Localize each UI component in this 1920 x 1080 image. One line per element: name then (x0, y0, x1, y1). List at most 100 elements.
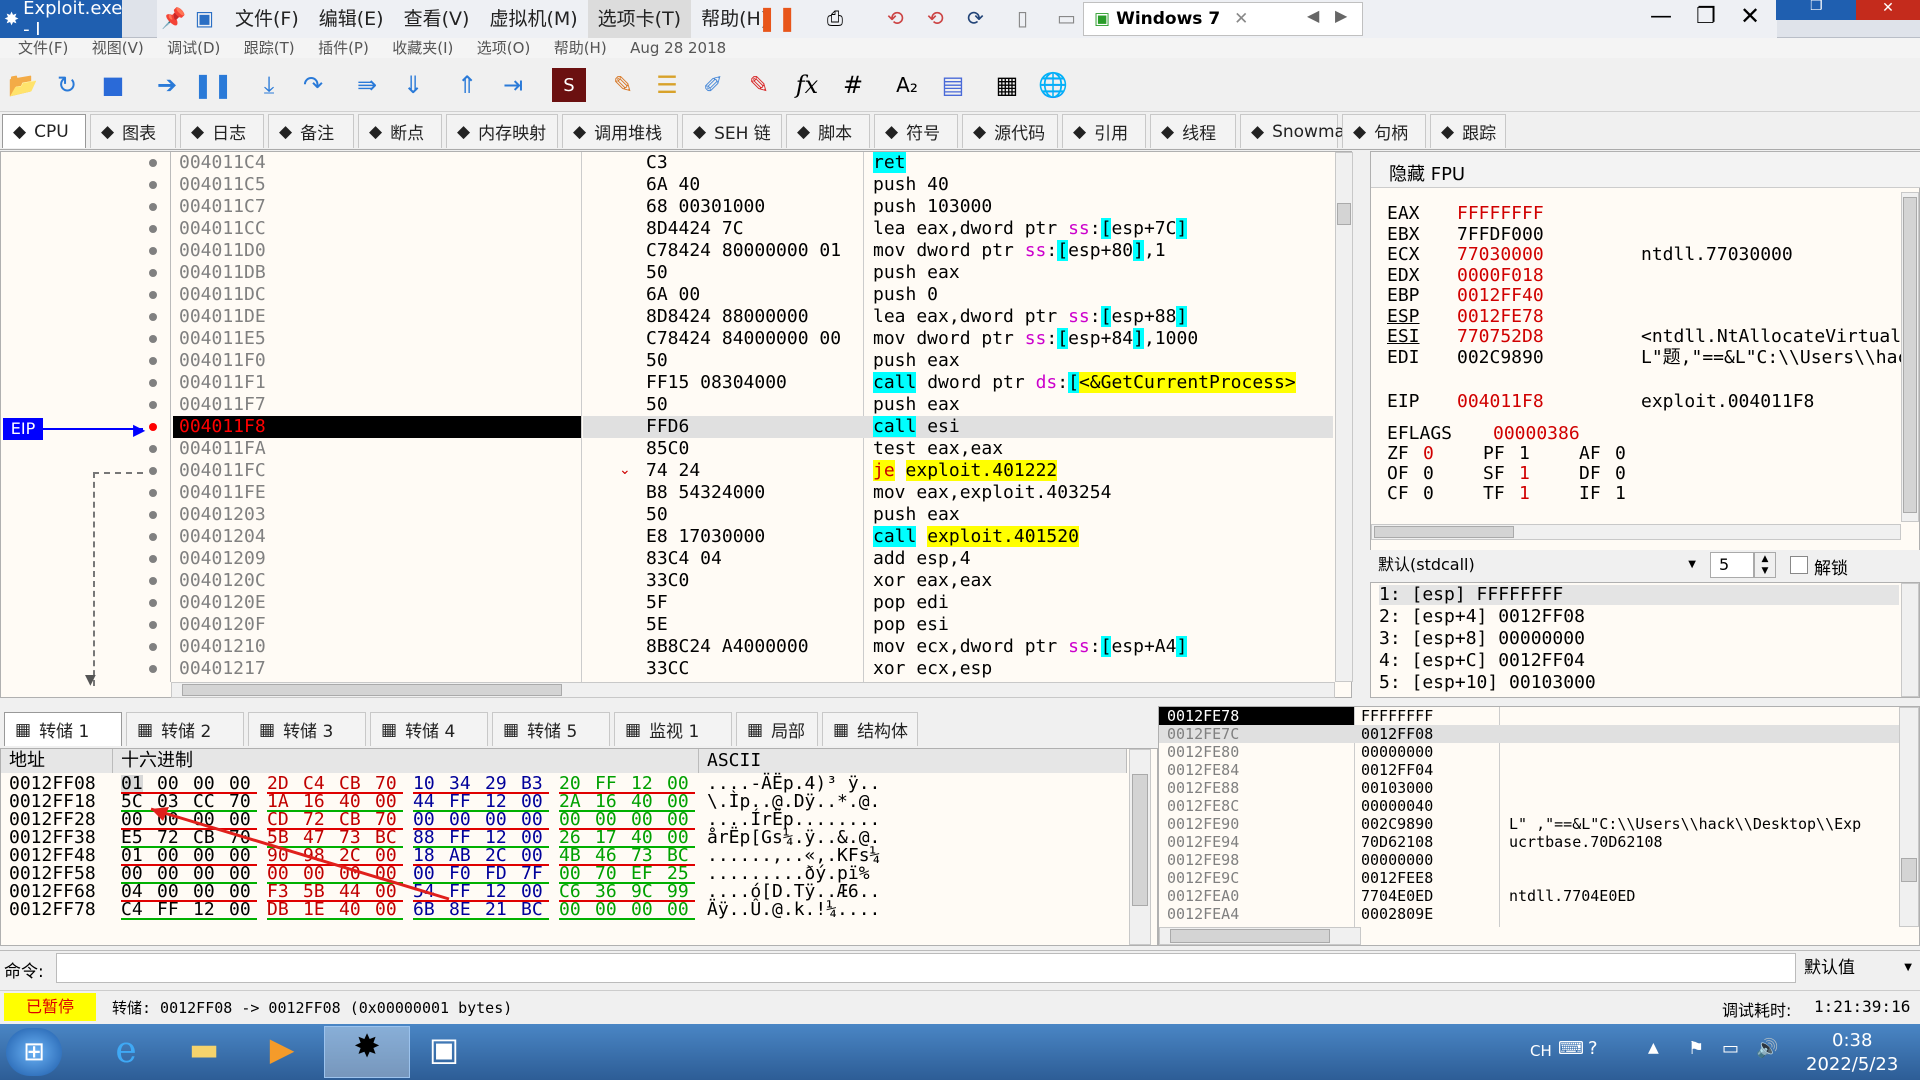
snapshot-manager-icon[interactable]: ⟳ (967, 6, 984, 30)
disasm-instruction[interactable]: call esi (873, 416, 1333, 438)
start-button[interactable]: ⊞ (6, 1028, 62, 1076)
dump-tab-4[interactable]: ▦ 转储 4 (370, 712, 488, 746)
thumbnail-icon[interactable]: ▭ (1057, 6, 1076, 30)
disasm-instruction[interactable]: pop esi (873, 614, 1333, 636)
disasm-instruction[interactable]: push 103000 (873, 196, 1333, 218)
register-value[interactable]: 7FFDF000 (1457, 224, 1544, 245)
arg-count-input[interactable]: 5 (1710, 552, 1754, 578)
stack-value[interactable]: 0012FEE8 (1361, 869, 1433, 887)
media-player-icon[interactable]: ▶ (250, 1030, 314, 1074)
disasm-address[interactable]: 004011C4 (179, 152, 266, 174)
breakpoint-marker[interactable] (149, 511, 157, 519)
snapshot-icon[interactable]: ⟲ (887, 6, 904, 30)
disasm-address[interactable]: 0040120F (179, 614, 266, 636)
dump-tab-1[interactable]: ▦ 转储 1 (4, 712, 122, 746)
dump-tab-5[interactable]: ▦ 转储 5 (492, 712, 610, 746)
vm-menu-tabs[interactable]: 选项卡(T) (587, 0, 692, 38)
pause-icon[interactable]: ❚❚ (757, 4, 797, 32)
menu-options[interactable]: 选项(O) (477, 39, 531, 57)
tab-trace[interactable]: ◆ 跟踪 (1430, 114, 1506, 148)
breakpoint-marker[interactable] (149, 643, 157, 651)
disasm-address[interactable]: 004011F0 (179, 350, 266, 372)
disasm-address[interactable]: 00401209 (179, 548, 266, 570)
inner-close-button[interactable]: ✕ (1856, 0, 1920, 20)
breakpoint-marker[interactable] (149, 379, 157, 387)
run-to-user-code-icon[interactable]: ⇥ (496, 68, 530, 102)
flag-name[interactable]: AF (1579, 444, 1601, 464)
ie-icon[interactable]: e (94, 1030, 158, 1074)
globe-icon[interactable]: 🌐 (1036, 68, 1070, 102)
disasm-address[interactable]: 0040120C (179, 570, 266, 592)
register-name[interactable]: ESP (1387, 306, 1420, 327)
breakpoint-marker[interactable] (149, 203, 157, 211)
tab-callstack[interactable]: ◆ 调用堆栈 (562, 114, 678, 148)
stack-address[interactable]: 0012FE88 (1167, 779, 1239, 797)
menu-file[interactable]: 文件(F) (18, 39, 68, 57)
flag-name[interactable]: SF (1483, 464, 1505, 484)
disasm-instruction[interactable]: call dword ptr ds:[<&GetCurrentProcess> (873, 372, 1333, 394)
breakpoint-marker[interactable] (149, 181, 157, 189)
register-value[interactable]: 0012FE78 (1457, 306, 1544, 327)
breakpoint-marker[interactable] (149, 665, 157, 673)
disasm-instruction[interactable]: mov dword ptr ss:[esp+84],1000 (873, 328, 1333, 350)
register-name[interactable]: EBP (1387, 286, 1420, 306)
minimize-icon[interactable]: — (1650, 4, 1672, 29)
flag-name[interactable]: OF (1387, 464, 1409, 484)
vm-menu-view[interactable]: 查看(V) (394, 0, 480, 38)
flag-value[interactable]: 0 (1423, 464, 1434, 484)
register-comment[interactable]: exploit.004011F8 (1641, 392, 1814, 412)
flag-value[interactable]: 1 (1615, 484, 1626, 504)
open-icon[interactable]: 📂 (6, 68, 40, 102)
tab-breakpoint[interactable]: ◆ 断点 (358, 114, 442, 148)
stop-icon[interactable]: ■ (96, 68, 130, 102)
register-value[interactable]: 77030000 (1457, 245, 1544, 265)
disasm-address[interactable]: 004011FA (179, 438, 266, 460)
stack-address[interactable]: 0012FE94 (1167, 833, 1239, 851)
breakpoint-marker[interactable] (149, 313, 157, 321)
breakpoint-marker[interactable] (149, 335, 157, 343)
disasm-instruction[interactable]: pop edi (873, 592, 1333, 614)
strings-icon[interactable]: ▤ (936, 68, 970, 102)
tab-symbol[interactable]: ◆ 符号 (874, 114, 958, 148)
flag-value[interactable]: 0 (1423, 484, 1434, 504)
arguments-scrollbar[interactable] (1901, 583, 1919, 697)
disasm-address[interactable]: 0040120E (179, 592, 266, 614)
stack-value[interactable]: 70D62108 (1361, 833, 1433, 851)
flag-value[interactable]: 1 (1519, 444, 1530, 464)
tab-memory[interactable]: ◆ 内存映射 (446, 114, 558, 148)
tab-log[interactable]: ◆ 日志 (180, 114, 264, 148)
flag-value[interactable]: 0 (1423, 444, 1434, 464)
font-icon[interactable]: A₂ (890, 68, 924, 102)
stack-value[interactable]: 00000000 (1361, 743, 1433, 761)
window-taskbar-icon[interactable]: ▣ (412, 1030, 476, 1074)
disasm-instruction[interactable]: mov dword ptr ss:[esp+80],1 (873, 240, 1333, 262)
patch-icon[interactable]: ✎ (606, 68, 640, 102)
vm-tab[interactable]: ▣ Windows 7 ✕ (1083, 2, 1363, 36)
disasm-address[interactable]: 004011DC (179, 284, 266, 306)
hex-dump-view[interactable]: 地址 十六进制 ASCII 0012FF08 01 00 00 00 2D C4 CB 70 10… (0, 748, 1158, 946)
keyboard-icon[interactable]: ⌨ (1558, 1038, 1584, 1059)
dump-tab-6[interactable]: ▦ 监视 1 (614, 712, 732, 746)
arguments-view[interactable]: 1: [esp] FFFFFFFF 2: [esp+4] 0012FF08 3: [… (1370, 582, 1920, 698)
step-over-icon[interactable]: ↷ (296, 68, 330, 102)
stack-scrollbar[interactable] (1899, 707, 1919, 927)
tab-threads[interactable]: ◆ 线程 (1150, 114, 1236, 148)
trace-over-icon[interactable]: ⇓ (396, 68, 430, 102)
pause-debug-icon[interactable]: ❚❚ (193, 68, 233, 102)
flag-name[interactable]: IF (1579, 484, 1601, 504)
stack-address[interactable]: 0012FE78 (1167, 707, 1239, 725)
stack-value[interactable]: 00103000 (1361, 779, 1433, 797)
register-name[interactable]: EAX (1387, 204, 1420, 224)
app-title[interactable]: ✸ Exploit.exe - I (0, 0, 122, 40)
sidebar-icon[interactable]: ▯ (1017, 6, 1028, 30)
disasm-address[interactable]: 004011C7 (179, 196, 266, 218)
revert-icon[interactable]: ⟲ (927, 6, 944, 30)
clock-time[interactable]: 0:38 (1832, 1030, 1872, 1051)
disasm-address[interactable]: 00401210 (179, 636, 266, 658)
tab-cpu[interactable]: ◆ CPU (2, 114, 86, 148)
register-comment[interactable]: L"题,"==&L"C:\\Users\\hac (1641, 347, 1908, 368)
menu-view[interactable]: 视图(V) (92, 39, 144, 57)
breakpoint-marker[interactable] (149, 291, 157, 299)
disasm-instruction[interactable]: ret (873, 152, 1333, 174)
breakpoint-marker[interactable] (149, 599, 157, 607)
